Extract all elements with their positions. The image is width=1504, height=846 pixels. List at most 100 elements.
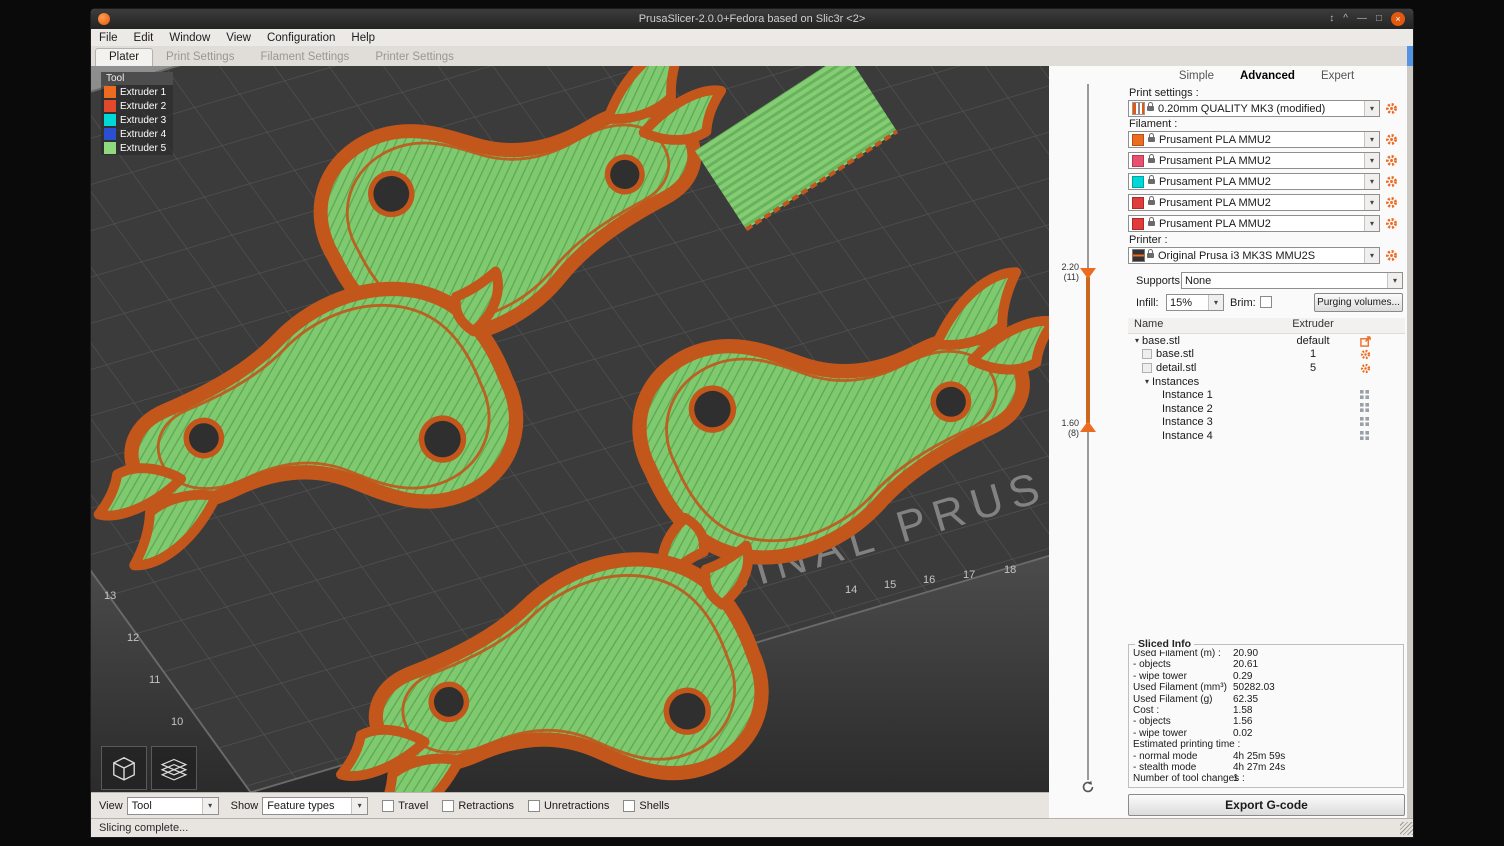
volume-row-detail[interactable]: detail.stl 5	[1128, 361, 1405, 375]
info-value: 62.35	[1233, 694, 1258, 705]
export-icon[interactable]	[1360, 336, 1371, 347]
info-value: 0.29	[1233, 671, 1252, 682]
sliced-info-row: Estimated printing time :	[1133, 739, 1399, 750]
filament-2-gear-icon[interactable]	[1385, 154, 1398, 167]
menu-window[interactable]: Window	[161, 29, 218, 46]
slider-bottom-thumb[interactable]	[1080, 421, 1096, 432]
legend-item: Extruder 3	[101, 113, 173, 127]
expander-icon[interactable]: ▾	[1142, 377, 1152, 386]
chevron-down-icon: ▾	[1364, 248, 1379, 263]
lock-icon	[1148, 200, 1155, 205]
instance-row-2[interactable]: Instance 2	[1128, 402, 1405, 416]
reslice-icon[interactable]	[1081, 780, 1095, 794]
slider-bottom-label: 1.60 (8)	[1049, 418, 1079, 438]
filament-3-combo[interactable]: Prusament PLA MMU2 ▾	[1128, 173, 1380, 190]
print-settings-gear-icon[interactable]	[1385, 102, 1398, 115]
filament-4-swatch	[1132, 197, 1144, 209]
scrollbar-thumb[interactable]	[1407, 46, 1414, 66]
filament-2-combo[interactable]: Prusament PLA MMU2 ▾	[1128, 152, 1380, 169]
layer-slider-range[interactable]	[1086, 277, 1090, 423]
menu-file[interactable]: File	[91, 29, 126, 46]
filament-1-gear-icon[interactable]	[1385, 133, 1398, 146]
mode-expert[interactable]: Expert	[1321, 70, 1354, 82]
3d-view-button[interactable]	[101, 746, 147, 790]
supports-combo[interactable]: None ▾	[1181, 272, 1403, 289]
grid-icon	[1360, 403, 1369, 412]
instance-row-4[interactable]: Instance 4	[1128, 429, 1405, 443]
purging-volumes-button[interactable]: Purging volumes...	[1314, 293, 1403, 312]
info-value: 1.58	[1233, 705, 1252, 716]
mode-simple[interactable]: Simple	[1179, 70, 1214, 82]
sliced-info-row: - objects 1.56	[1133, 716, 1399, 727]
gear-icon[interactable]	[1360, 349, 1371, 360]
group-name: Instances	[1152, 376, 1199, 388]
extruder-value[interactable]: 5	[1278, 362, 1348, 374]
printer-gear-icon[interactable]	[1385, 249, 1398, 262]
brim-checkbox[interactable]	[1260, 296, 1272, 308]
title-bar[interactable]: PrusaSlicer-2.0.0+Fedora based on Slic3r…	[91, 9, 1413, 29]
info-label: - stealth mode	[1133, 762, 1233, 773]
view-combo[interactable]: Tool ▾	[127, 797, 219, 815]
minimize-button[interactable]: —	[1357, 14, 1367, 24]
column-extruder[interactable]: Extruder	[1278, 318, 1348, 330]
menu-help[interactable]: Help	[343, 29, 383, 46]
gear-icon[interactable]	[1360, 363, 1371, 374]
mode-advanced[interactable]: Advanced	[1240, 70, 1295, 82]
extruder-5-swatch	[104, 142, 116, 154]
maximize-button[interactable]: □	[1376, 14, 1382, 24]
right-scrollbar[interactable]	[1407, 46, 1414, 818]
instance-row-3[interactable]: Instance 3	[1128, 416, 1405, 430]
filament-5-gear-icon[interactable]	[1385, 217, 1398, 230]
always-on-top-button[interactable]: ↕	[1329, 14, 1334, 24]
expander-icon[interactable]: ▾	[1132, 336, 1142, 345]
layers-preview-button[interactable]	[151, 746, 197, 790]
instance-row-1[interactable]: Instance 1	[1128, 388, 1405, 402]
filament-4-combo[interactable]: Prusament PLA MMU2 ▾	[1128, 194, 1380, 211]
grid-icon	[1360, 417, 1369, 426]
tab-print-settings[interactable]: Print Settings	[153, 49, 247, 66]
menu-configuration[interactable]: Configuration	[259, 29, 343, 46]
tab-filament-settings[interactable]: Filament Settings	[247, 49, 362, 66]
mode-tabs: Simple Advanced Expert	[1126, 70, 1407, 82]
menu-edit[interactable]: Edit	[126, 29, 162, 46]
travel-checkbox[interactable]	[382, 800, 394, 812]
printer-value: Original Prusa i3 MK3S MMU2S	[1158, 250, 1315, 262]
chevron-down-icon: ▾	[1208, 295, 1223, 310]
shade-button[interactable]: ^	[1343, 14, 1348, 24]
show-label: Show	[231, 800, 259, 812]
tab-plater[interactable]: Plater	[95, 48, 153, 66]
menu-view[interactable]: View	[218, 29, 259, 46]
filament-4-gear-icon[interactable]	[1385, 196, 1398, 209]
show-combo[interactable]: Feature types ▾	[262, 797, 368, 815]
3d-viewport[interactable]: 13 12 11 10 14 15 16 17 18 ORIGINAL PRUS…	[91, 66, 1049, 792]
travel-checkbox-group: Travel	[382, 800, 428, 812]
object-row-base[interactable]: ▾ base.stl default	[1128, 334, 1405, 348]
filament-1-combo[interactable]: Prusament PLA MMU2 ▾	[1128, 131, 1380, 148]
slider-top-thumb[interactable]	[1080, 268, 1096, 279]
instance-name: Instance 3	[1162, 416, 1213, 428]
shells-checkbox[interactable]	[623, 800, 635, 812]
retractions-checkbox[interactable]	[442, 800, 454, 812]
filament-3-value: Prusament PLA MMU2	[1159, 176, 1271, 188]
filament-5-combo[interactable]: Prusament PLA MMU2 ▾	[1128, 215, 1380, 232]
info-label: - objects	[1133, 716, 1233, 727]
info-label: Cost :	[1133, 705, 1233, 716]
tab-printer-settings[interactable]: Printer Settings	[362, 49, 467, 66]
close-button[interactable]: ×	[1391, 12, 1405, 26]
column-name[interactable]: Name	[1134, 318, 1163, 330]
object-list: ▾ base.stl default base.stl 1 detail.stl…	[1128, 334, 1405, 443]
retractions-label: Retractions	[458, 800, 514, 812]
resize-grip[interactable]	[1400, 822, 1413, 835]
info-value: 20.90	[1233, 648, 1258, 659]
volume-row-base[interactable]: base.stl 1	[1128, 348, 1405, 362]
instances-group-row[interactable]: ▾ Instances	[1128, 375, 1405, 389]
filament-3-gear-icon[interactable]	[1385, 175, 1398, 188]
extruder-value[interactable]: default	[1278, 335, 1348, 347]
unretractions-checkbox[interactable]	[528, 800, 540, 812]
extruder-value[interactable]: 1	[1278, 348, 1348, 360]
export-gcode-button[interactable]: Export G-code	[1128, 794, 1405, 816]
printer-combo[interactable]: Original Prusa i3 MK3S MMU2S ▾	[1128, 247, 1380, 264]
layer-slider-track[interactable]	[1087, 84, 1089, 780]
print-settings-combo[interactable]: 0.20mm QUALITY MK3 (modified) ▾	[1128, 100, 1380, 117]
infill-combo[interactable]: 15% ▾	[1166, 294, 1224, 311]
